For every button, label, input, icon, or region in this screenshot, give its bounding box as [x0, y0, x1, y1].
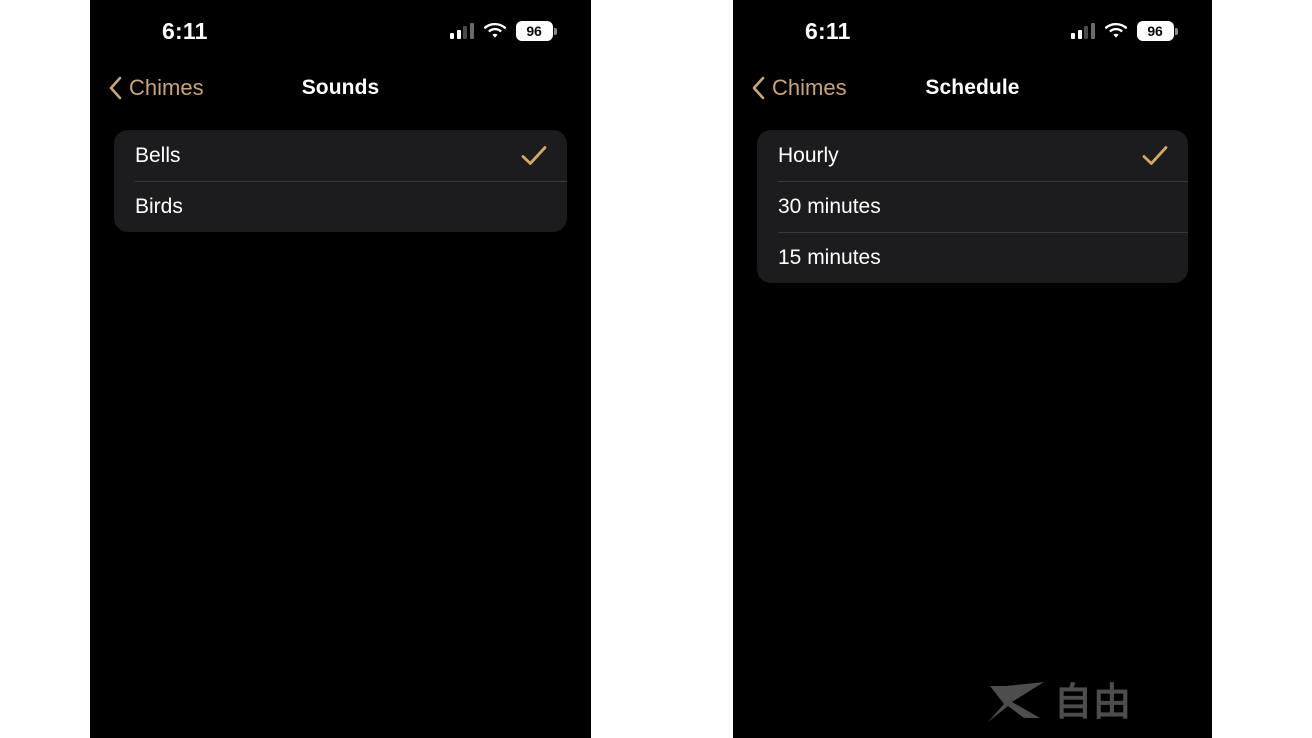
list-item-label: Hourly [778, 144, 839, 167]
watermark-text: 自由 [1053, 680, 1132, 724]
wifi-icon [1104, 23, 1127, 39]
battery-icon: 96 [515, 21, 557, 41]
list-item[interactable]: Hourly [757, 130, 1188, 181]
schedule-options-list: Hourly 30 minutes 15 minutes [757, 130, 1188, 283]
checkmark-icon [521, 196, 547, 218]
wifi-icon [483, 23, 506, 39]
list-item[interactable]: 30 minutes [757, 181, 1188, 232]
status-time: 6:11 [805, 17, 851, 44]
battery-level: 96 [526, 23, 542, 39]
x-logo-icon [986, 680, 1048, 724]
back-button[interactable]: Chimes [108, 76, 204, 100]
list-item-label: Bells [135, 144, 181, 167]
checkmark-icon [521, 145, 547, 167]
chevron-left-icon [108, 76, 122, 100]
cellular-signal-icon [450, 23, 474, 39]
checkmark-icon [1142, 196, 1168, 218]
status-bar: 6:11 96 [90, 0, 591, 62]
battery-icon: 96 [1136, 21, 1178, 41]
navigation-bar: Chimes Schedule [733, 62, 1212, 114]
back-button-label: Chimes [772, 75, 847, 100]
list-item[interactable]: Bells [114, 130, 567, 181]
status-bar: 6:11 96 [733, 0, 1212, 62]
phone-screen-schedule: 6:11 96 Chimes Schedule Hourly 30 minute… [733, 0, 1212, 738]
checkmark-icon [1142, 145, 1168, 167]
status-time: 6:11 [162, 17, 208, 44]
list-item[interactable]: Birds [114, 181, 567, 232]
chevron-left-icon [751, 76, 765, 100]
back-button-label: Chimes [129, 75, 204, 100]
phone-screen-sounds: 6:11 96 Chimes Sounds Bells Birds [90, 0, 591, 738]
navigation-bar: Chimes Sounds [90, 62, 591, 114]
checkmark-icon [1142, 247, 1168, 269]
list-item-label: Birds [135, 195, 183, 218]
list-item[interactable]: 15 minutes [757, 232, 1188, 283]
status-icons: 96 [1071, 21, 1178, 41]
battery-level: 96 [1147, 23, 1163, 39]
watermark: 自由 [986, 680, 1132, 724]
sound-options-list: Bells Birds [114, 130, 567, 232]
cellular-signal-icon [1071, 23, 1095, 39]
list-item-label: 30 minutes [778, 195, 881, 218]
status-icons: 96 [450, 21, 557, 41]
list-item-label: 15 minutes [778, 246, 881, 269]
back-button[interactable]: Chimes [751, 76, 847, 100]
